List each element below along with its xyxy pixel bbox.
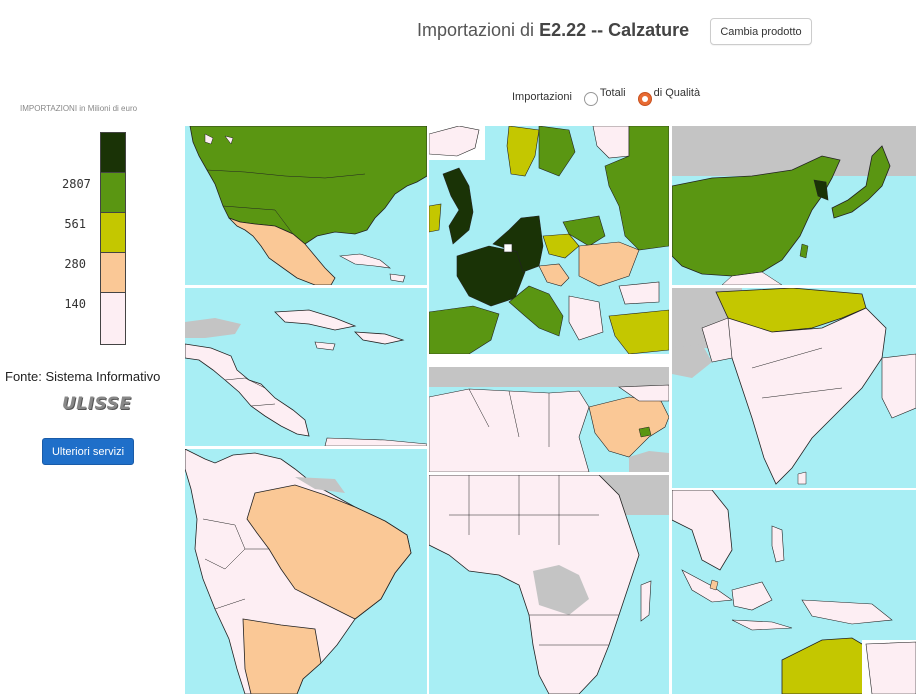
europe-map — [429, 126, 669, 354]
radio-totali-label: Totali — [599, 87, 626, 99]
map-tile-north-africa-middle-east[interactable] — [429, 367, 669, 472]
legend-swatch-2 — [101, 173, 125, 213]
title-prefix: Importazioni di — [417, 20, 540, 40]
map-tile-south-east-asia-oceania[interactable] — [672, 490, 916, 694]
radio-qualita-dot[interactable] — [637, 92, 652, 106]
filter-label: Importazioni — [512, 91, 572, 103]
legend-label-4: 140 — [64, 297, 86, 311]
legend-swatch-3 — [101, 213, 125, 253]
map-tile-sub-saharan-africa[interactable] — [429, 475, 669, 694]
south-america-map — [185, 449, 412, 694]
legend-label-3: 280 — [64, 257, 86, 271]
central-america-map — [185, 309, 427, 446]
south-east-asia-map — [672, 490, 916, 694]
legend-swatch-1 — [101, 133, 125, 173]
legend-swatch-4 — [101, 253, 125, 293]
africa-map — [429, 475, 669, 694]
radio-totali-dot[interactable] — [583, 92, 598, 106]
east-asia-map — [672, 126, 916, 285]
map-tile-east-asia[interactable] — [672, 126, 916, 285]
legend-label-1: 2807 — [62, 177, 91, 191]
more-services-button[interactable]: Ulteriori servizi — [42, 438, 134, 465]
map-tile-europe[interactable] — [429, 126, 669, 354]
radio-qualita-label: di Qualità — [653, 87, 701, 99]
map-tile-south-america[interactable] — [185, 449, 427, 694]
middle-east-map — [429, 367, 669, 472]
change-product-button[interactable]: Cambia prodotto — [710, 18, 812, 45]
radio-totali[interactable]: Totali — [583, 87, 626, 106]
map-tile-caribbean-central-america[interactable] — [185, 288, 427, 446]
page-title: Importazioni di E2.22 -- Calzature — [417, 20, 689, 41]
north-america-map — [189, 126, 427, 285]
ulisse-logo: ULISSE — [62, 394, 132, 414]
radio-qualita[interactable]: di Qualità — [637, 87, 701, 106]
import-type-filter: Importazioni Totali di Qualità — [512, 87, 701, 106]
legend-label-2: 561 — [64, 217, 86, 231]
legend-swatch-5 — [101, 293, 125, 344]
source-text: Fonte: Sistema Informativo — [5, 369, 161, 384]
south-asia-map — [672, 288, 916, 485]
map-tile-south-asia[interactable] — [672, 288, 916, 488]
legend-color-scale — [100, 132, 126, 345]
map-tile-north-america[interactable] — [185, 126, 427, 285]
title-product: E2.22 -- Calzature — [539, 20, 690, 40]
legend-title: IMPORTAZIONI in Milioni di euro — [20, 104, 138, 113]
